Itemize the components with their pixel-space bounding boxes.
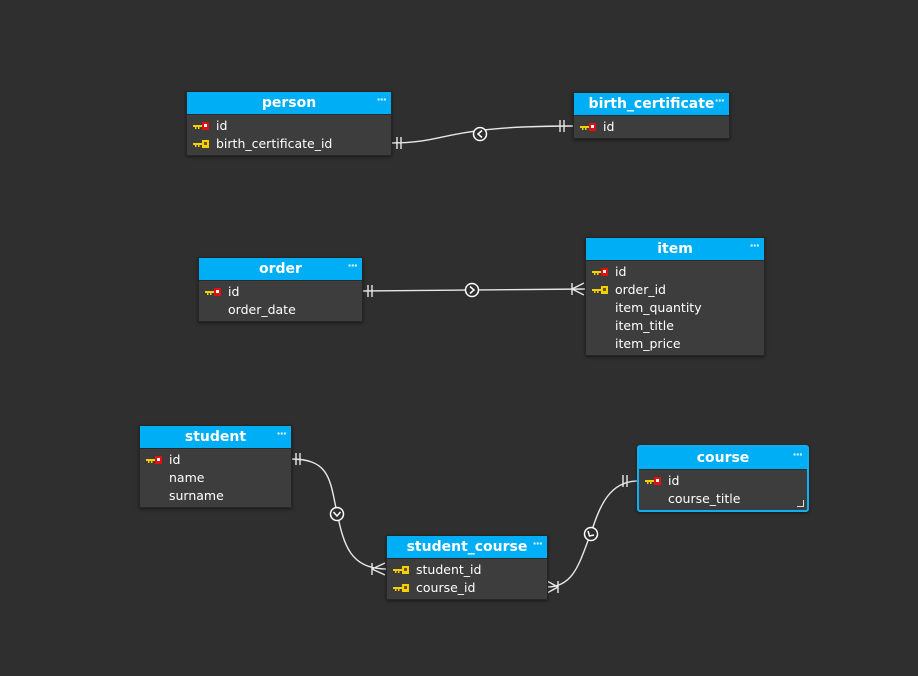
column-name: order_id — [615, 282, 666, 297]
column-name: course_title — [668, 491, 741, 506]
column-row[interactable]: id — [586, 263, 764, 281]
foreign-key-icon — [193, 140, 209, 148]
column-row[interactable]: id — [639, 472, 807, 490]
direction-right-icon — [464, 282, 480, 298]
column-row[interactable]: surname — [140, 487, 291, 505]
column-row[interactable]: id — [187, 117, 391, 135]
foreign-key-icon — [393, 566, 409, 574]
column-name: id — [216, 118, 228, 133]
column-name: id — [228, 284, 240, 299]
table-title: birth_certificate — [588, 96, 715, 112]
more-options-icon[interactable]: ··· — [347, 255, 358, 277]
column-row[interactable]: birth_certificate_id — [187, 135, 391, 153]
column-row[interactable]: order_date — [199, 301, 362, 319]
column-row[interactable]: id — [574, 118, 729, 136]
column-name: id — [615, 264, 627, 279]
column-row[interactable]: item_price — [586, 335, 764, 353]
table-header[interactable]: item ··· — [586, 238, 764, 261]
column-name: birth_certificate_id — [216, 136, 333, 151]
table-header[interactable]: birth_certificate ··· — [574, 93, 729, 116]
table-title: student_course — [406, 539, 528, 555]
column-name: item_price — [615, 336, 681, 351]
more-options-icon[interactable]: ··· — [792, 444, 803, 466]
foreign-key-icon — [393, 584, 409, 592]
table-birth-certificate[interactable]: birth_certificate ··· id — [573, 92, 730, 139]
column-name: id — [169, 452, 181, 467]
foreign-key-icon — [592, 286, 608, 294]
column-row[interactable]: id — [199, 283, 362, 301]
primary-key-icon — [205, 288, 221, 296]
table-header[interactable]: order ··· — [199, 258, 362, 281]
table-header[interactable]: student ··· — [140, 426, 291, 449]
column-name: order_date — [228, 302, 296, 317]
direction-down-left-icon — [583, 526, 599, 542]
table-title: student — [184, 429, 247, 445]
more-options-icon[interactable]: ··· — [714, 90, 725, 112]
column-row[interactable]: item_quantity — [586, 299, 764, 317]
table-order[interactable]: order ··· id order_date — [198, 257, 363, 322]
column-row[interactable]: course_id — [387, 579, 547, 597]
column-name: surname — [169, 488, 224, 503]
direction-left-icon — [472, 126, 488, 142]
column-name: id — [603, 119, 615, 134]
more-options-icon[interactable]: ··· — [532, 533, 543, 555]
table-person[interactable]: person ··· id birth_certificate_id — [186, 91, 392, 156]
more-options-icon[interactable]: ··· — [749, 235, 760, 257]
column-name: course_id — [416, 580, 476, 595]
column-row[interactable]: student_id — [387, 561, 547, 579]
more-options-icon[interactable]: ··· — [376, 89, 387, 111]
column-name: name — [169, 470, 205, 485]
column-row[interactable]: item_title — [586, 317, 764, 335]
table-title: person — [261, 95, 317, 111]
column-name: item_quantity — [615, 300, 702, 315]
table-header[interactable]: person ··· — [187, 92, 391, 115]
table-header[interactable]: course ··· — [639, 447, 807, 470]
table-course[interactable]: course ··· id course_title — [637, 445, 809, 512]
table-item[interactable]: item ··· id order_id item_quantity item_… — [585, 237, 765, 356]
column-row[interactable]: order_id — [586, 281, 764, 299]
primary-key-icon — [645, 477, 661, 485]
table-title: course — [696, 450, 750, 466]
primary-key-icon — [592, 268, 608, 276]
column-row[interactable]: name — [140, 469, 291, 487]
table-title: order — [259, 261, 302, 277]
table-header[interactable]: student_course ··· — [387, 536, 547, 559]
primary-key-icon — [580, 123, 596, 131]
more-options-icon[interactable]: ··· — [276, 423, 287, 445]
table-student[interactable]: student ··· id name surname — [139, 425, 292, 508]
column-name: item_title — [615, 318, 674, 333]
direction-down-icon — [329, 506, 345, 522]
column-name: student_id — [416, 562, 482, 577]
column-name: id — [668, 473, 680, 488]
primary-key-icon — [146, 456, 162, 464]
column-row[interactable]: id — [140, 451, 291, 469]
table-student-course[interactable]: student_course ··· student_id course_id — [386, 535, 548, 600]
table-title: item — [657, 241, 693, 257]
primary-key-icon — [193, 122, 209, 130]
resize-handle[interactable] — [797, 500, 804, 507]
column-row[interactable]: course_title — [639, 490, 807, 508]
